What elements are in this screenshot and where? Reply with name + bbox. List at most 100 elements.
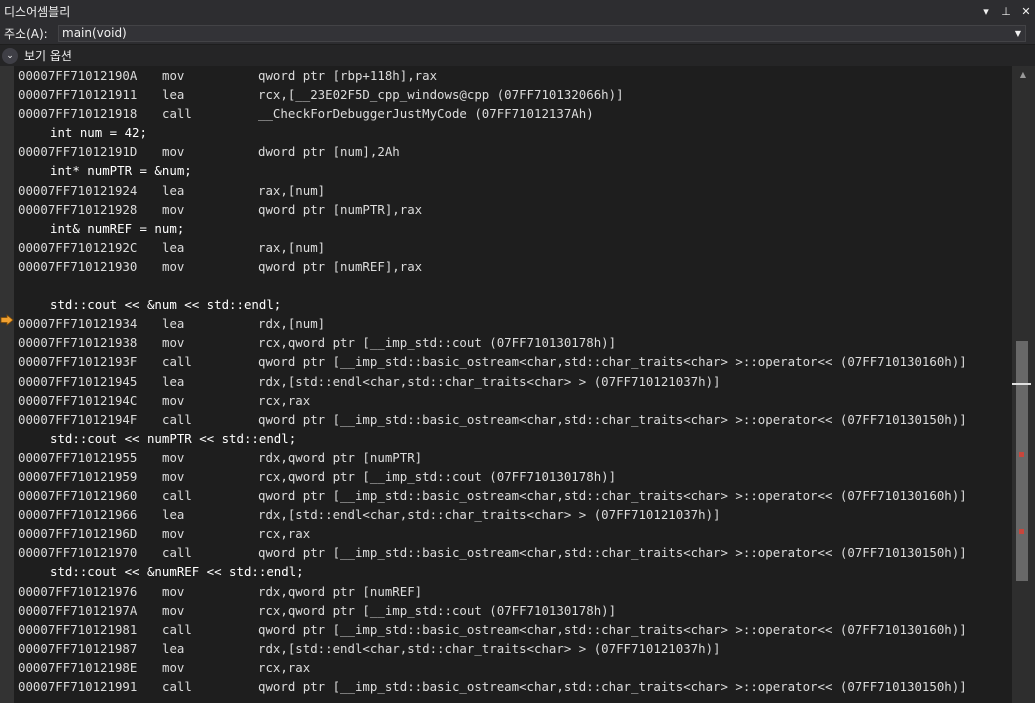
instruction-line[interactable]: 00007FF71012196D mov rcx,rax (18, 524, 1012, 543)
instruction-line[interactable]: 00007FF71012198E mov rcx,rax (18, 658, 1012, 677)
instruction-address: 00007FF710121955 (18, 449, 138, 465)
instruction-line[interactable]: 00007FF710121924 lea rax,[num] (18, 181, 1012, 200)
vertical-scrollbar[interactable]: ▲ (1012, 66, 1035, 703)
instruction-mnemonic: lea (162, 316, 185, 332)
scrollbar-breakpoint-mark (1019, 452, 1024, 457)
instruction-line[interactable]: 00007FF710121976 mov rdx,qword ptr [numREF… (18, 582, 1012, 601)
pin-icon[interactable]: ⊥ (997, 2, 1015, 20)
instruction-line[interactable]: 00007FF710121945 lea rdx,[std::endl<char,s… (18, 372, 1012, 391)
source-line[interactable]: int* numPTR = &num; (18, 161, 1012, 180)
instruction-operands: qword ptr [__imp_std::basic_ostream<char… (258, 354, 967, 370)
instruction-operands: rax,[num] (258, 239, 326, 255)
instruction-line[interactable]: 00007FF71012193F call qword ptr [__imp_std… (18, 352, 1012, 371)
instruction-address: 00007FF71012194C (18, 392, 138, 408)
address-combobox[interactable]: ▼ (58, 24, 1026, 42)
instruction-operands: rcx,rax (258, 659, 311, 675)
instruction-line[interactable]: 00007FF71012192C lea rax,[num] (18, 238, 1012, 257)
instruction-line[interactable]: 00007FF710121938 mov rcx,qword ptr [__imp_… (18, 333, 1012, 352)
window-menu-dropdown-icon[interactable]: ▾ (977, 2, 995, 20)
instruction-address: 00007FF71012194F (18, 411, 138, 427)
instruction-operands: qword ptr [__imp_std::basic_ostream<char… (258, 488, 967, 504)
address-row: 주소(A): ▼ (0, 22, 1035, 44)
instruction-operands: rax,[num] (258, 182, 326, 198)
close-icon[interactable]: ✕ (1017, 2, 1035, 20)
instruction-mnemonic: lea (162, 373, 185, 389)
instruction-mnemonic: lea (162, 507, 185, 523)
instruction-mnemonic: call (162, 679, 192, 694)
instruction-operands: rdx,[num] (258, 316, 326, 332)
instruction-line[interactable]: 00007FF710121966 lea rdx,[std::endl<char,s… (18, 505, 1012, 524)
instruction-line[interactable]: 00007FF710121959 mov rcx,qword ptr [__imp_… (18, 467, 1012, 486)
expand-options-icon[interactable]: ⌄ (2, 47, 18, 64)
instruction-operands: qword ptr [rbp+118h],rax (258, 68, 438, 83)
scrollbar-breakpoint-mark (1019, 529, 1024, 534)
disassembly-lines: 00007FF71012190A mov qword ptr [rbp+118h],… (18, 66, 1012, 696)
instruction-operands: rdx,qword ptr [numREF] (258, 583, 423, 599)
instruction-mnemonic: mov (162, 335, 185, 351)
instruction-address: 00007FF710121966 (18, 507, 138, 523)
instruction-line[interactable]: 00007FF710121970 call qword ptr [__imp_std… (18, 543, 1012, 562)
instruction-operands: qword ptr [numREF],rax (258, 258, 423, 274)
indicator-margin[interactable] (0, 66, 14, 703)
view-options-row[interactable]: ⌄ 보기 옵션 (0, 45, 1035, 66)
instruction-address: 00007FF71012190A (18, 68, 138, 83)
disassembly-code-view[interactable]: 00007FF71012190A mov qword ptr [rbp+118h],… (0, 66, 1012, 703)
instruction-mnemonic: mov (162, 201, 185, 217)
instruction-line[interactable]: 00007FF710121955 mov rdx,qword ptr [numPTR… (18, 448, 1012, 467)
source-line[interactable]: int& numREF = num; (18, 219, 1012, 238)
instruction-operands: rdx,[std::endl<char,std::char_traits<cha… (258, 507, 721, 523)
instruction-mnemonic: call (162, 411, 192, 427)
instruction-address: 00007FF710121918 (18, 106, 138, 122)
instruction-address: 00007FF710121930 (18, 258, 138, 274)
instruction-line[interactable]: 00007FF710121987 lea rdx,[std::endl<char,s… (18, 639, 1012, 658)
instruction-address: 00007FF71012197A (18, 602, 138, 618)
address-input[interactable] (59, 25, 1011, 41)
instruction-operands: rdx,[std::endl<char,std::char_traits<cha… (258, 640, 721, 656)
instruction-address: 00007FF710121959 (18, 468, 138, 484)
instruction-operands: rcx,qword ptr [__imp_std::cout (07FF7101… (258, 335, 617, 351)
instruction-line[interactable]: 00007FF71012191D mov dword ptr [num],2Ah (18, 142, 1012, 161)
instruction-address: 00007FF710121945 (18, 373, 138, 389)
instruction-operands: rdx,[std::endl<char,std::char_traits<cha… (258, 373, 721, 389)
instruction-mnemonic: call (162, 621, 192, 637)
instruction-line[interactable]: 00007FF710121918 call __CheckForDebuggerJu… (18, 104, 1012, 123)
instruction-address: 00007FF710121938 (18, 335, 138, 351)
instruction-address: 00007FF71012196D (18, 526, 138, 542)
instruction-line[interactable]: 00007FF710121930 mov qword ptr [numREF],ra… (18, 257, 1012, 276)
instruction-address: 00007FF71012198E (18, 659, 138, 675)
source-line[interactable]: int num = 42; (18, 123, 1012, 142)
current-instruction-line[interactable]: 00007FF710121934 lea rdx,[num] (18, 314, 1012, 333)
instruction-line[interactable]: 00007FF71012190A mov qword ptr [rbp+118h],… (18, 66, 1012, 85)
instruction-line[interactable]: 00007FF710121911 lea rcx,[__23E02F5D_cpp_w… (18, 85, 1012, 104)
instruction-operands: rcx,[__23E02F5D_cpp_windows@cpp (07FF710… (258, 87, 624, 103)
instruction-line[interactable]: 00007FF710121928 mov qword ptr [numPTR],ra… (18, 200, 1012, 219)
source-line[interactable]: std::cout << &num << std::endl; (18, 295, 1012, 314)
instruction-line[interactable]: 00007FF71012197A mov rcx,qword ptr [__imp_… (18, 601, 1012, 620)
instruction-line[interactable]: 00007FF710121960 call qword ptr [__imp_std… (18, 486, 1012, 505)
instruction-mnemonic: lea (162, 239, 185, 255)
instruction-line[interactable]: 00007FF71012194F call qword ptr [__imp_std… (18, 410, 1012, 429)
instruction-address: 00007FF71012193F (18, 354, 138, 370)
instruction-address: 00007FF710121991 (18, 679, 138, 694)
instruction-mnemonic: mov (162, 258, 185, 274)
instruction-line[interactable]: 00007FF71012194C mov rcx,rax (18, 391, 1012, 410)
instruction-mnemonic: lea (162, 182, 185, 198)
instruction-operands: rcx,rax (258, 392, 311, 408)
instruction-pointer-arrow-icon (0, 314, 14, 326)
scrollbar-thumb[interactable] (1016, 341, 1028, 581)
scroll-up-icon[interactable]: ▲ (1017, 70, 1029, 80)
instruction-operands: __CheckForDebuggerJustMyCode (07FF710121… (258, 106, 594, 122)
window-title: 디스어셈블리 (4, 4, 71, 19)
source-line[interactable]: std::cout << numPTR << std::endl; (18, 429, 1012, 448)
instruction-line[interactable]: 00007FF710121991 call qword ptr [__imp_std… (18, 677, 1012, 696)
instruction-mnemonic: mov (162, 583, 185, 599)
instruction-mnemonic: mov (162, 449, 185, 465)
blank-line[interactable] (18, 276, 1012, 295)
instruction-line[interactable]: 00007FF710121981 call qword ptr [__imp_std… (18, 620, 1012, 639)
chevron-down-icon[interactable]: ▼ (1011, 26, 1025, 41)
view-options-label[interactable]: 보기 옵션 (24, 47, 72, 64)
instruction-address: 00007FF710121960 (18, 488, 138, 504)
instruction-operands: qword ptr [numPTR],rax (258, 201, 423, 217)
source-line[interactable]: std::cout << &numREF << std::endl; (18, 562, 1012, 581)
instruction-operands: qword ptr [__imp_std::basic_ostream<char… (258, 545, 967, 561)
